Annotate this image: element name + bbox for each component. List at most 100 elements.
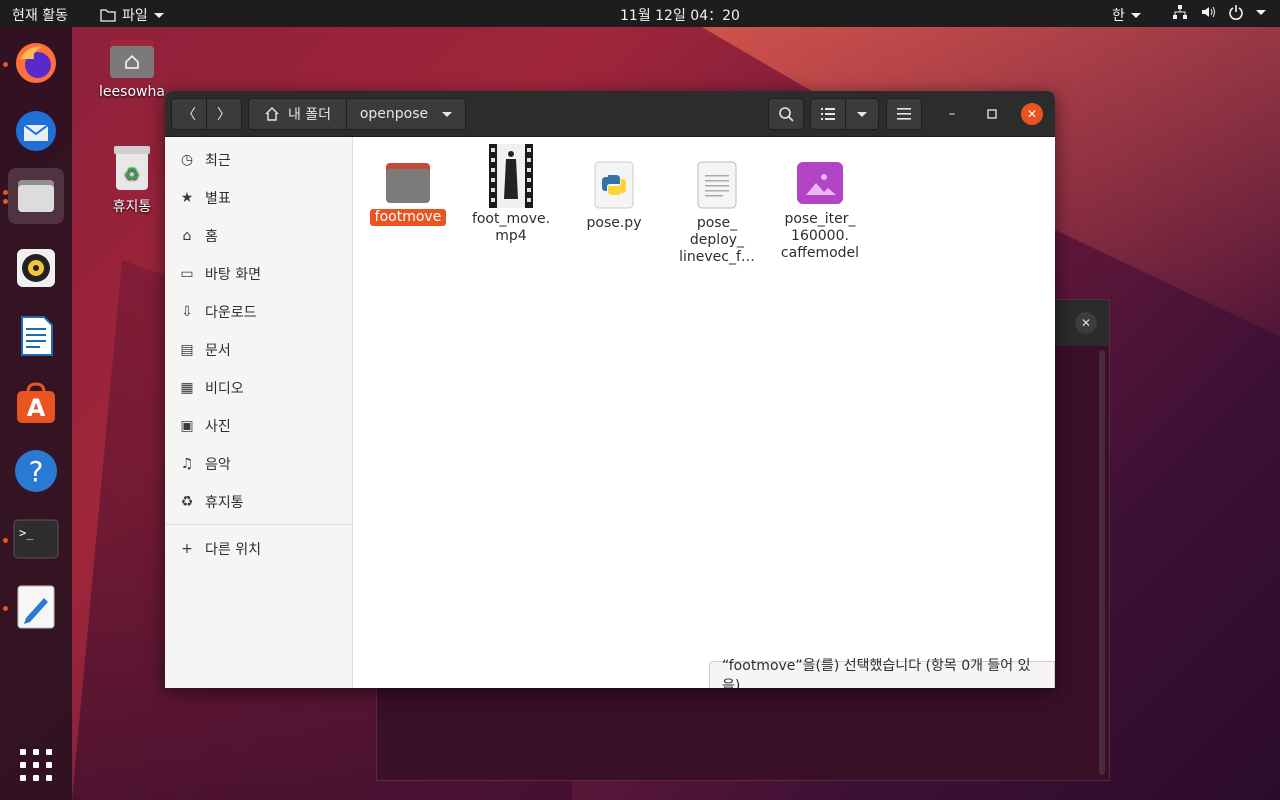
text-editor-icon (17, 585, 55, 629)
sidebar: ◷ 최근 ★ 별표 ⌂ 홈 ▭ 바탕 화면 ⇩ 다운로드 ▤ 문서 ▦ 비디오 … (165, 137, 353, 688)
text-editor-launcher[interactable] (8, 579, 64, 635)
sidebar-item-other-locations[interactable]: + 다른 위치 (165, 530, 353, 568)
writer-launcher[interactable] (8, 308, 64, 364)
file-item-footmove[interactable]: footmove (358, 161, 458, 226)
app-menu[interactable]: 파일 (100, 5, 164, 25)
path-current-button[interactable]: openpose (346, 98, 466, 130)
sidebar-item-label: 문서 (205, 343, 231, 359)
forward-button[interactable]: 〉 (206, 98, 242, 130)
maximize-icon (987, 109, 997, 119)
minimize-button[interactable]: – (941, 103, 963, 125)
clock[interactable]: 11월 12일 04：20 (620, 5, 740, 25)
menu-button[interactable] (886, 98, 922, 130)
python-file-icon (594, 161, 634, 209)
sidebar-item-home[interactable]: ⌂ 홈 (165, 217, 353, 255)
path-current-label: openpose (359, 106, 429, 122)
input-method-menu[interactable]: 한 (1112, 5, 1141, 25)
writer-icon (21, 316, 53, 356)
file-name: pose_iter_ 160000. caffemodel (780, 211, 860, 261)
file-item-python[interactable]: pose.py (564, 161, 664, 232)
file-item-video[interactable]: foot_move. mp4 (461, 144, 561, 245)
file-name: pose.py (586, 215, 642, 231)
maximize-button[interactable] (981, 103, 1003, 125)
picture-icon: ▣ (180, 418, 194, 434)
search-button[interactable] (768, 98, 804, 130)
hamburger-menu-icon (897, 108, 911, 120)
activities-button[interactable]: 현재 활동 (12, 5, 68, 25)
files-icon (18, 180, 54, 212)
sidebar-item-recent[interactable]: ◷ 최근 (165, 141, 353, 179)
close-button[interactable]: ✕ (1021, 103, 1043, 125)
terminal-launcher[interactable]: >_ (8, 511, 64, 567)
desktop-home-label: leesowha (99, 84, 165, 100)
document-icon: ▤ (180, 342, 194, 358)
list-view-icon (821, 108, 835, 120)
chevron-right-icon: 〉 (217, 107, 231, 123)
help-launcher[interactable]: ? (8, 443, 64, 499)
firefox-icon (16, 43, 56, 83)
help-icon: ? (15, 450, 57, 492)
sidebar-item-starred[interactable]: ★ 별표 (165, 179, 353, 217)
scrollbar[interactable] (1099, 350, 1105, 775)
file-name: foot_move. mp4 (471, 211, 551, 244)
plus-icon: + (181, 541, 193, 557)
sidebar-item-label: 음악 (205, 457, 231, 473)
sidebar-item-label: 다른 위치 (205, 542, 261, 558)
back-button[interactable]: 〈 (171, 98, 207, 130)
view-options-button[interactable] (845, 98, 879, 130)
chevron-down-icon (153, 12, 164, 18)
desktop-home-folder[interactable]: leesowha (92, 36, 172, 100)
system-menu[interactable] (1172, 4, 1266, 20)
firefox-launcher[interactable] (8, 35, 64, 91)
sidebar-item-music[interactable]: ♫ 음악 (165, 445, 353, 483)
music-player-icon (17, 249, 55, 287)
view-list-button[interactable] (810, 98, 846, 130)
status-bar: “footmove”을(를) 선택했습니다 (항목 0개 들어 있음) (709, 658, 1055, 688)
desktop-trash[interactable]: ♻ 휴지통 (92, 144, 172, 216)
file-item-text[interactable]: pose_ deploy_ linevec_f… (667, 161, 767, 266)
sidebar-item-label: 휴지통 (205, 495, 244, 511)
sidebar-item-pictures[interactable]: ▣ 사진 (165, 407, 353, 445)
sidebar-item-label: 홈 (205, 229, 218, 245)
path-home-button[interactable]: 내 폴더 (248, 98, 347, 130)
app-menu-label: 파일 (122, 8, 148, 24)
chevron-down-icon (857, 111, 867, 117)
files-launcher[interactable] (8, 168, 64, 224)
sidebar-item-desktop[interactable]: ▭ 바탕 화면 (165, 255, 353, 293)
sidebar-item-downloads[interactable]: ⇩ 다운로드 (165, 293, 353, 331)
clock-icon: ◷ (180, 152, 194, 168)
minimize-icon: – (948, 106, 956, 122)
desktop-icon: ▭ (180, 266, 194, 282)
sidebar-item-trash[interactable]: ♻ 휴지통 (165, 483, 353, 521)
trash-icon: ♻ (180, 494, 194, 510)
path-home-label: 내 폴더 (287, 107, 332, 123)
close-icon[interactable]: ✕ (1075, 312, 1097, 334)
search-icon (779, 107, 794, 122)
sidebar-item-label: 다운로드 (205, 305, 257, 321)
file-item-model[interactable]: pose_iter_ 160000. caffemodel (770, 161, 870, 262)
video-icon: ▦ (180, 380, 194, 396)
close-icon: ✕ (1026, 107, 1038, 121)
download-icon: ⇩ (181, 304, 193, 320)
header-bar: 〈 〉 내 폴더 openpose – ✕ (165, 91, 1055, 137)
thunderbird-launcher[interactable] (8, 103, 64, 159)
app-grid-icon (20, 749, 52, 781)
sidebar-item-documents[interactable]: ▤ 문서 (165, 331, 353, 369)
home-icon (265, 107, 279, 121)
thunderbird-icon (16, 111, 56, 151)
file-name: footmove (369, 209, 447, 226)
sidebar-item-label: 별표 (205, 191, 231, 207)
star-icon: ★ (180, 190, 194, 206)
software-launcher[interactable]: A (8, 375, 64, 431)
top-bar: 현재 활동 파일 11월 12일 04：20 한 (0, 0, 1280, 27)
chevron-down-icon (1130, 12, 1141, 18)
file-view[interactable]: footmove foot_move. mp4 pose.py pose_ depl… (354, 137, 1055, 688)
image-file-icon (797, 162, 843, 204)
network-icon (1173, 5, 1187, 19)
show-apps-button[interactable] (8, 737, 64, 793)
rhythmbox-launcher[interactable] (8, 240, 64, 296)
sidebar-item-videos[interactable]: ▦ 비디오 (165, 369, 353, 407)
sidebar-item-label: 사진 (205, 419, 231, 435)
dock: A ? >_ (0, 27, 72, 800)
desktop-trash-label: 휴지통 (112, 199, 152, 215)
